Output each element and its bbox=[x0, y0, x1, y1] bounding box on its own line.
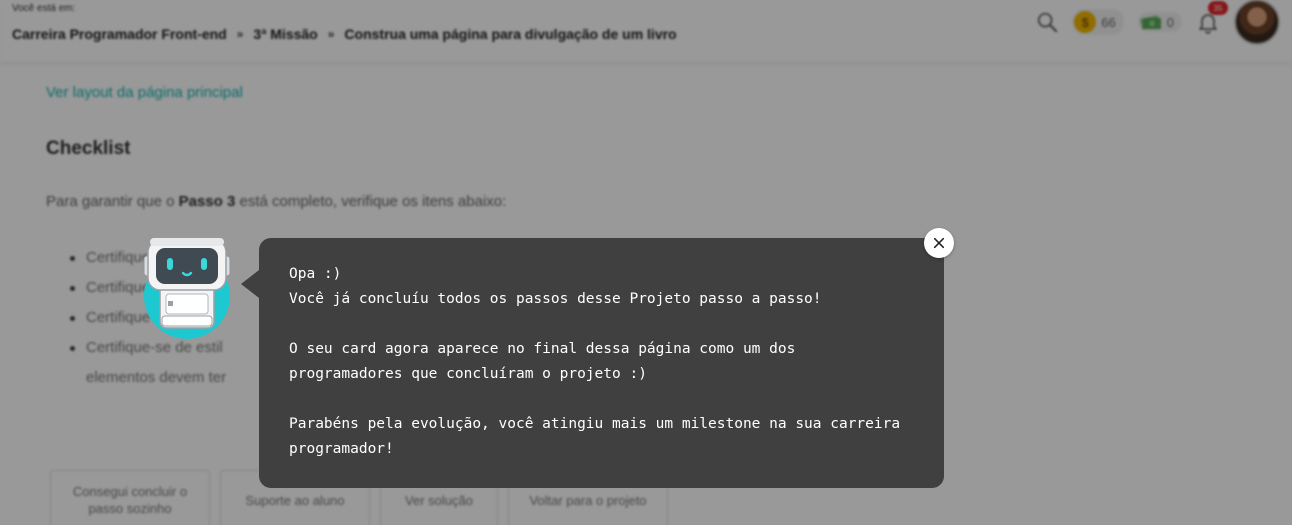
page: Você está em: Carreira Programador Front… bbox=[0, 0, 1292, 525]
message-line: O seu card agora aparece no final dessa … bbox=[289, 341, 796, 357]
close-button[interactable] bbox=[924, 228, 954, 258]
message-greeting: Opa :) bbox=[289, 266, 342, 282]
robot-mascot-icon bbox=[143, 238, 231, 339]
close-icon bbox=[933, 237, 945, 249]
message-line: programador! bbox=[289, 441, 394, 457]
message-line: Parabéns pela evolução, você atingiu mai… bbox=[289, 416, 901, 432]
message-line: programadores que concluíram o projeto :… bbox=[289, 366, 647, 382]
message-line: Você já concluíu todos os passos desse P… bbox=[289, 291, 822, 307]
completion-message-bubble: Opa :) Você já concluíu todos os passos … bbox=[241, 238, 944, 488]
